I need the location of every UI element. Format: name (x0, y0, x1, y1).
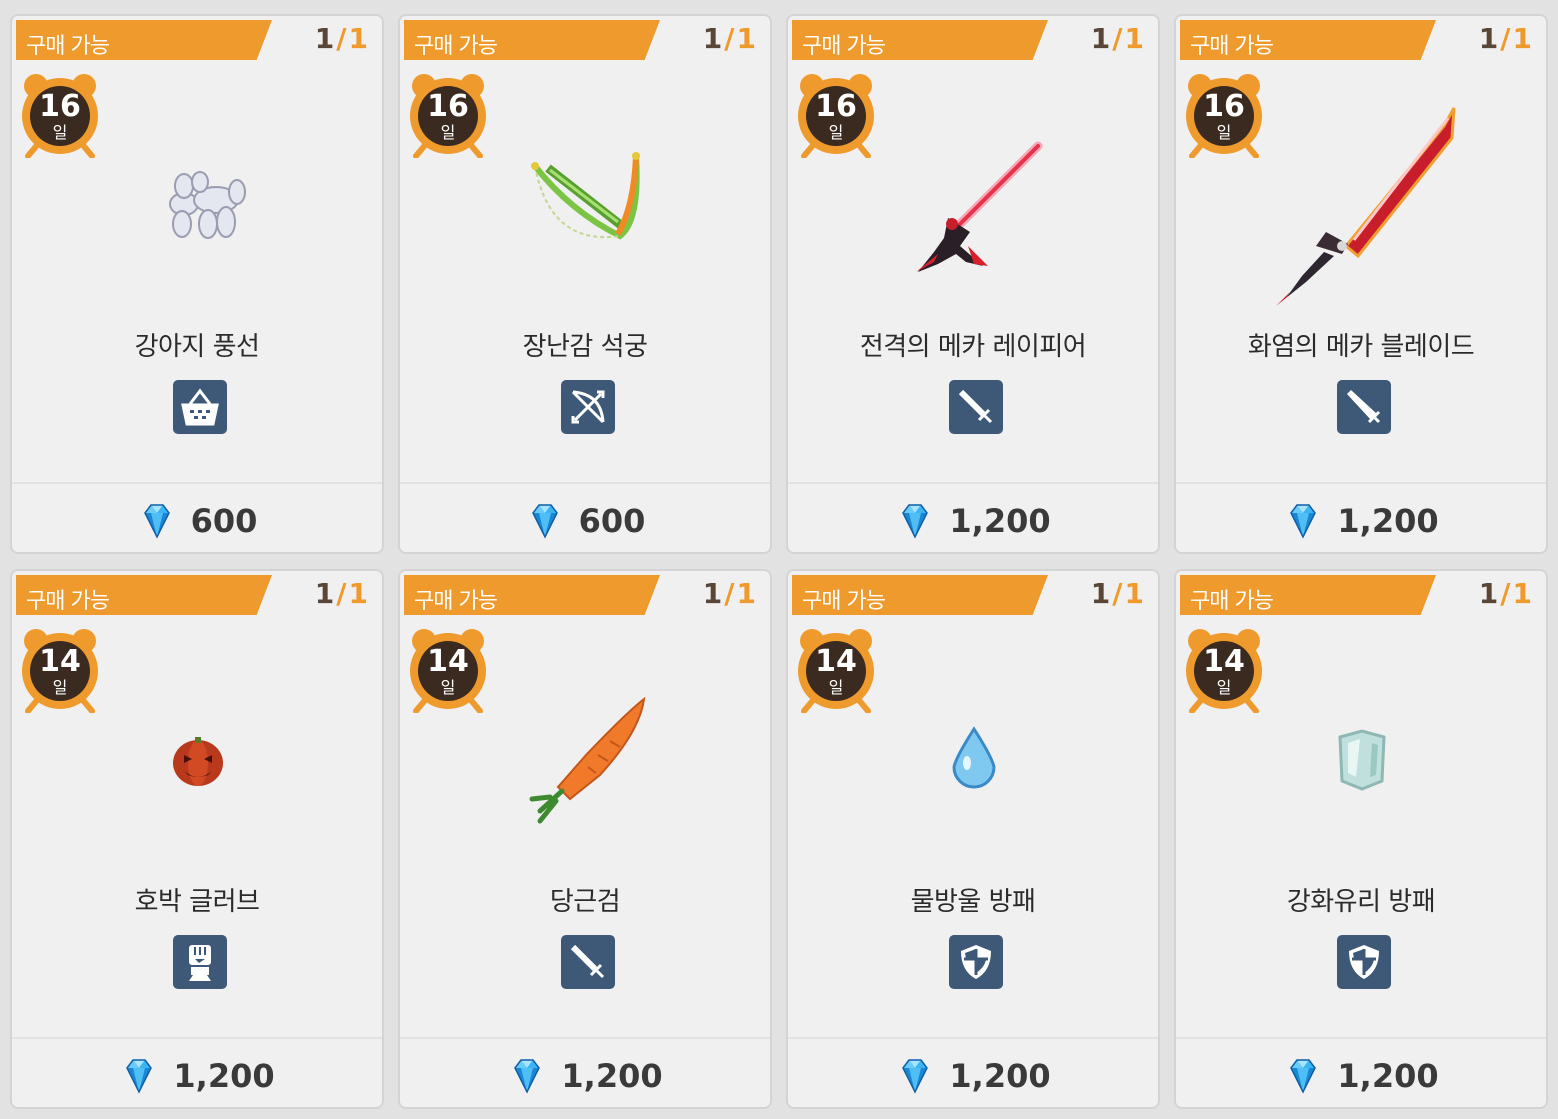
rapier-icon (788, 96, 1158, 306)
price: 1,200 (1176, 496, 1546, 546)
shield-icon (949, 935, 1003, 989)
greatsword-icon (1337, 380, 1391, 434)
item-name: 화염의 메카 블레이드 (1247, 332, 1475, 362)
badge-available: 구매 가능 (792, 575, 1048, 615)
shop-item-card[interactable]: 구매 가능 1/1 16 일 강아지 풍선 600 (10, 14, 384, 554)
diamond-icon (1283, 1056, 1323, 1096)
badge-available: 구매 가능 (1180, 20, 1436, 60)
diamond-icon (119, 1056, 159, 1096)
stock-counter: 1/1 (314, 22, 370, 55)
item-name: 장난감 석궁 (522, 332, 648, 362)
shop-item-card[interactable]: 구매 가능 1/1 14 일 물방울 방패 1,200 (786, 569, 1160, 1109)
sword-icon (949, 380, 1003, 434)
bow-icon (561, 380, 615, 434)
badge-available: 구매 가능 (16, 575, 272, 615)
stock-counter: 1/1 (1478, 22, 1534, 55)
stock-counter: 1/1 (702, 22, 758, 55)
stock-counter: 1/1 (1090, 577, 1146, 610)
item-name: 강아지 풍선 (134, 332, 260, 362)
badge-available: 구매 가능 (792, 20, 1048, 60)
price: 1,200 (12, 1051, 382, 1101)
sword-icon (561, 935, 615, 989)
diamond-icon (525, 501, 565, 541)
stock-counter: 1/1 (1090, 22, 1146, 55)
diamond-icon (895, 1056, 935, 1096)
carrot-icon (400, 651, 770, 861)
shop-item-card[interactable]: 구매 가능 1/1 14 일 당근검 1,200 (398, 569, 772, 1109)
item-name: 호박 글러브 (134, 887, 260, 917)
water-drop-icon (788, 651, 1158, 861)
item-name: 당근검 (549, 887, 621, 917)
price: 600 (400, 496, 770, 546)
item-name: 강화유리 방패 (1286, 887, 1436, 917)
badge-available: 구매 가능 (1180, 575, 1436, 615)
badge-available: 구매 가능 (404, 575, 660, 615)
diamond-icon (137, 501, 177, 541)
price: 1,200 (1176, 1051, 1546, 1101)
shop-item-card[interactable]: 구매 가능 1/1 14 일 호박 글러브 1,200 (10, 569, 384, 1109)
badge-available: 구매 가능 (16, 20, 272, 60)
price: 1,200 (788, 1051, 1158, 1101)
balloon-dog-icon (12, 96, 382, 306)
shop-item-card[interactable]: 구매 가능 1/1 14 일 강화유리 방패 1,200 (1174, 569, 1548, 1109)
basket-icon (173, 380, 227, 434)
price: 600 (12, 496, 382, 546)
diamond-icon (1283, 501, 1323, 541)
stock-counter: 1/1 (314, 577, 370, 610)
diamond-icon (895, 501, 935, 541)
price: 1,200 (400, 1051, 770, 1101)
pumpkin-icon (12, 651, 382, 861)
diamond-icon (507, 1056, 547, 1096)
stock-counter: 1/1 (702, 577, 758, 610)
item-name: 전격의 메카 레이피어 (859, 332, 1087, 362)
shop-item-card[interactable]: 구매 가능 1/1 16 일 전격의 메카 레이피어 1,200 (786, 14, 1160, 554)
shop-item-card[interactable]: 구매 가능 1/1 16 일 장난감 석궁 600 (398, 14, 772, 554)
badge-available: 구매 가능 (404, 20, 660, 60)
glass-shield-icon (1176, 651, 1546, 861)
shield-icon (1337, 935, 1391, 989)
blade-icon (1176, 96, 1546, 306)
item-name: 물방울 방패 (910, 887, 1036, 917)
shop-item-card[interactable]: 구매 가능 1/1 16 일 화염의 메카 블레이드 1,200 (1174, 14, 1548, 554)
fist-icon (173, 935, 227, 989)
price: 1,200 (788, 496, 1158, 546)
stock-counter: 1/1 (1478, 577, 1534, 610)
crossbow-icon (400, 96, 770, 306)
